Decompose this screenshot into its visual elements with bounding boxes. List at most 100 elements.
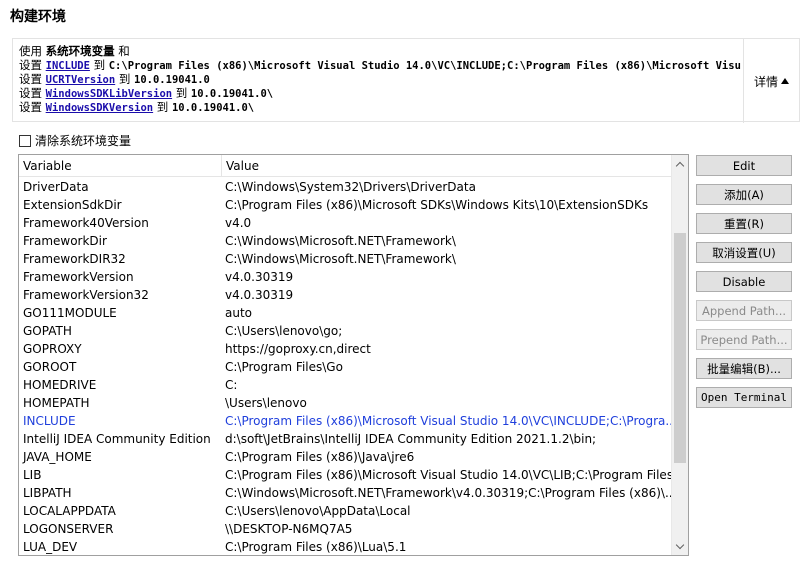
batch-edit-button[interactable]: 批量编辑(B)... [696, 358, 792, 379]
variable-value-cell: C:\Users\lenovo\AppData\Local [225, 504, 411, 518]
env-variables-table[interactable]: Variable Value DriverData C:\Windows\Syst… [18, 154, 689, 556]
variable-value-cell: d:\soft\JetBrains\IntelliJ IDEA Communit… [225, 432, 597, 446]
clear-env-checkbox[interactable] [19, 134, 31, 147]
column-header-value[interactable]: Value [222, 155, 672, 177]
summary-prefix: 设置 [19, 58, 46, 72]
collapse-arrow-icon [781, 78, 789, 84]
details-label: 详情 [753, 74, 778, 89]
variable-name-cell: JAVA_HOME [23, 450, 92, 464]
reset-button[interactable]: 重置(R) [696, 213, 792, 234]
disable-button[interactable]: Disable [696, 271, 792, 292]
variable-name-cell: LUA_DEV [23, 540, 78, 554]
table-row[interactable]: IntelliJ IDEA Community Edition d:\soft\J… [19, 430, 672, 448]
variable-name-cell: ExtensionSdkDir [23, 198, 122, 212]
open-terminal-button[interactable]: Open Terminal [696, 387, 792, 408]
variable-name-cell: LIBPATH [23, 486, 72, 500]
chevron-down-icon [675, 540, 685, 549]
table-row[interactable]: GO111MODULE auto [19, 304, 672, 322]
summary-link-ucrtversion[interactable]: UCRTVersion [46, 74, 116, 86]
variable-value-cell: auto [225, 306, 253, 320]
table-row[interactable]: JAVA_HOME C:\Program Files (x86)\Java\jre… [19, 448, 672, 466]
prepend-path-button[interactable]: Prepend Path... [696, 329, 792, 350]
table-row[interactable]: Framework40Version v4.0 [19, 214, 672, 232]
chevron-up-icon [675, 161, 685, 170]
unset-button[interactable]: 取消设置(U) [696, 242, 792, 263]
table-row[interactable]: LOGONSERVER \\DESKTOP-N6MQ7A5 [19, 520, 672, 538]
variable-name-cell: FrameworkDir [23, 234, 107, 248]
env-summary-panel: 使用 系统环境变量 和 设置 INCLUDE 到 C:\Program File… [12, 38, 800, 123]
variable-value-cell: C:\Program Files (x86)\Lua\5.1 [225, 540, 407, 554]
variable-value-cell: C:\Program Files (x86)\Microsoft Visual … [225, 414, 672, 428]
summary-line-ucrtversion: 设置 UCRTVersion 到 10.0.19041.0 [19, 72, 741, 86]
summary-prefix: 设置 [19, 72, 46, 86]
variable-name-cell: FrameworkVersion32 [23, 288, 149, 302]
variable-name-cell: LOCALAPPDATA [23, 504, 116, 518]
env-summary-text: 使用 系统环境变量 和 设置 INCLUDE 到 C:\Program File… [19, 44, 741, 114]
variable-value-cell: v4.0.30319 [225, 288, 294, 302]
summary-line-include: 设置 INCLUDE 到 C:\Program Files (x86)\Micr… [19, 58, 741, 72]
append-path-button[interactable]: Append Path... [696, 300, 792, 321]
table-row[interactable]: DriverData C:\Windows\System32\Drivers\Dr… [19, 178, 672, 196]
table-row[interactable]: GOROOT C:\Program Files\Go [19, 358, 672, 376]
column-header-variable[interactable]: Variable [19, 155, 222, 177]
details-toggle-button[interactable]: 详情 [743, 39, 799, 123]
variable-value-cell: C: [225, 378, 238, 392]
clear-env-label: 清除系统环境变量 [35, 134, 132, 148]
table-row[interactable]: GOPATH C:\Users\lenovo\go; [19, 322, 672, 340]
summary-value: 10.0.19041.0\ [171, 102, 255, 114]
variable-name-cell: LIB [23, 468, 42, 482]
variable-name-cell: FrameworkDIR32 [23, 252, 126, 266]
summary-link-include[interactable]: INCLUDE [46, 60, 90, 72]
variable-value-cell: https://goproxy.cn,direct [225, 342, 371, 356]
variable-value-cell: C:\Program Files\Go [225, 360, 343, 374]
variable-value-cell: v4.0.30319 [225, 270, 294, 284]
summary-prefix: 设置 [19, 100, 46, 114]
summary-suffix: 和 [114, 44, 130, 58]
variable-name-cell: IntelliJ IDEA Community Edition [23, 432, 211, 446]
summary-to: 到 [115, 72, 135, 86]
table-header: Variable Value [19, 155, 672, 177]
table-row[interactable]: FrameworkVersion v4.0.30319 [19, 268, 672, 286]
summary-to: 到 [89, 58, 109, 72]
variable-name-cell: Framework40Version [23, 216, 149, 230]
variable-value-cell: C:\Users\lenovo\go; [225, 324, 343, 338]
scroll-down-button[interactable] [672, 538, 688, 555]
variable-name-cell: INCLUDE [23, 414, 76, 428]
table-row[interactable]: FrameworkDIR32 C:\Windows\Microsoft.NET\F… [19, 250, 672, 268]
variable-name-cell: DriverData [23, 180, 89, 194]
summary-system-env-label: 系统环境变量 [45, 44, 115, 58]
variable-name-cell: GOROOT [23, 360, 77, 374]
table-row[interactable]: LIB C:\Program Files (x86)\Microsoft Visu… [19, 466, 672, 484]
summary-prefix: 使用 [19, 44, 46, 58]
table-row[interactable]: ExtensionSdkDir C:\Program Files (x86)\Mi… [19, 196, 672, 214]
variable-name-cell: HOMEDRIVE [23, 378, 97, 392]
summary-link-windowssdkversion[interactable]: WindowsSDKVersion [46, 102, 153, 114]
table-row[interactable]: LIBPATH C:\Windows\Microsoft.NET\Framewor… [19, 484, 672, 502]
table-row[interactable]: LOCALAPPDATA C:\Users\lenovo\AppData\Loca… [19, 502, 672, 520]
variable-name-cell: FrameworkVersion [23, 270, 134, 284]
scrollbar-thumb[interactable] [674, 233, 686, 463]
variable-value-cell: \Users\lenovo [225, 396, 307, 410]
vertical-scrollbar[interactable] [671, 155, 688, 555]
table-row[interactable]: GOPROXY https://goproxy.cn,direct [19, 340, 672, 358]
table-body: DriverData C:\Windows\System32\Drivers\Dr… [19, 178, 672, 555]
scroll-up-button[interactable] [672, 155, 688, 172]
table-row[interactable]: FrameworkVersion32 v4.0.30319 [19, 286, 672, 304]
variable-name-cell: GOPATH [23, 324, 72, 338]
variable-value-cell: C:\Windows\System32\Drivers\DriverData [225, 180, 476, 194]
summary-to: 到 [153, 100, 172, 114]
clear-env-option[interactable]: 清除系统环境变量 [19, 132, 131, 149]
summary-link-windowssdklibversion[interactable]: WindowsSDKLibVersion [46, 88, 172, 100]
table-row[interactable]: HOMEPATH \Users\lenovo [19, 394, 672, 412]
table-row[interactable]: FrameworkDir C:\Windows\Microsoft.NET\Fra… [19, 232, 672, 250]
summary-value: C:\Program Files (x86)\Microsoft Visual … [108, 60, 741, 72]
add-button[interactable]: 添加(A) [696, 184, 792, 205]
variable-name-cell: LOGONSERVER [23, 522, 114, 536]
variable-value-cell: C:\Windows\Microsoft.NET\Framework\v4.0.… [225, 486, 672, 500]
table-row[interactable]: INCLUDE C:\Program Files (x86)\Microsoft … [19, 412, 672, 430]
summary-line-windowssdklibversion: 设置 WindowsSDKLibVersion 到 10.0.19041.0\ [19, 86, 741, 100]
table-row[interactable]: HOMEDRIVE C: [19, 376, 672, 394]
variable-value-cell: C:\Program Files (x86)\Microsoft Visual … [225, 468, 672, 482]
table-row[interactable]: LUA_DEV C:\Program Files (x86)\Lua\5.1 [19, 538, 672, 555]
edit-button[interactable]: Edit [696, 155, 792, 176]
